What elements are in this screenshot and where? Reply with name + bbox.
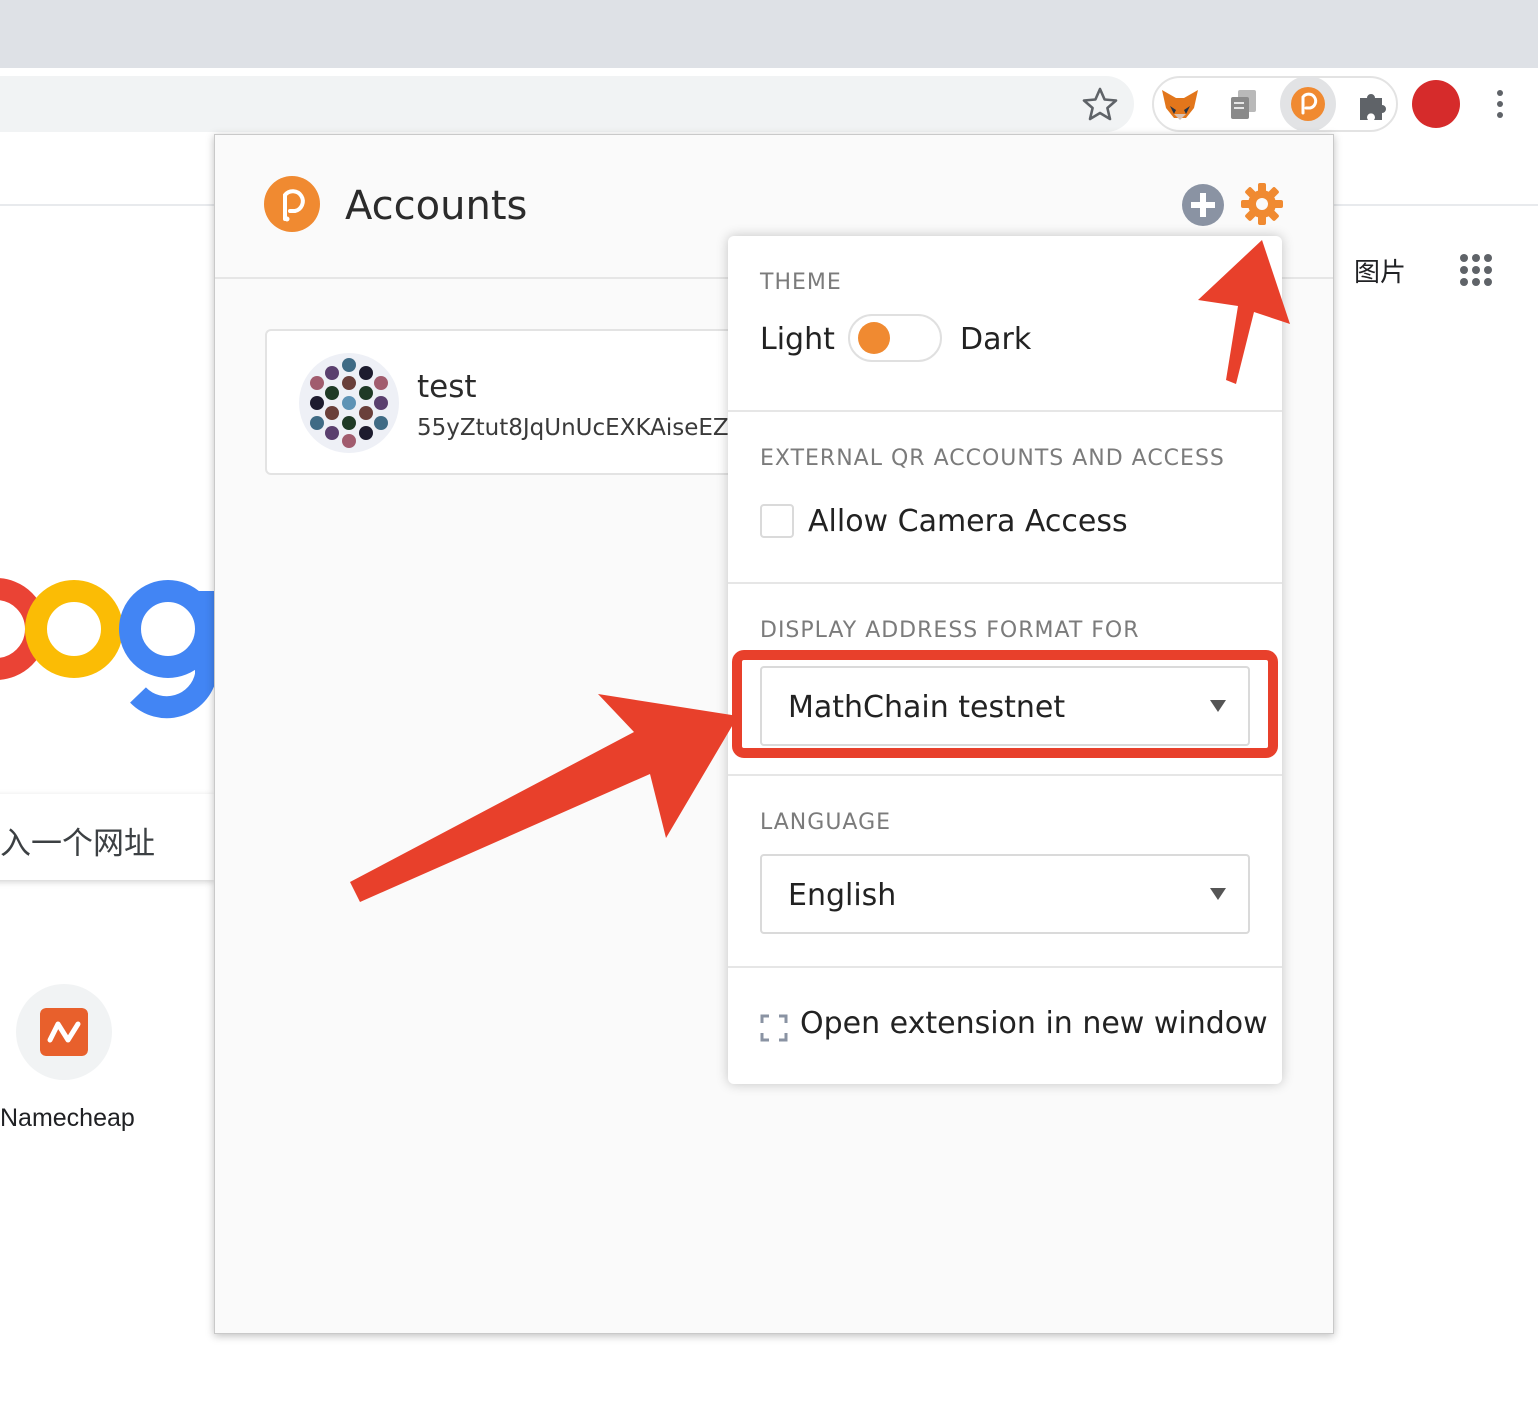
theme-label: THEME [760,270,842,295]
language-value: English [788,878,897,913]
open-window-section[interactable]: Open extension in new window [728,968,1282,1084]
open-window-link[interactable]: Open extension in new window [800,1006,1268,1041]
theme-section: THEME Light Dark [728,236,1282,412]
namecheap-icon [40,1008,88,1056]
add-account-icon[interactable] [1181,183,1225,227]
language-label: LANGUAGE [760,810,892,835]
expand-icon [760,1014,788,1042]
external-qr-label: EXTERNAL QR ACCOUNTS AND ACCESS [760,446,1225,471]
address-bar[interactable] [0,76,1134,132]
polkadot-logo-icon [264,176,320,232]
account-identicon [299,353,399,453]
camera-access-label[interactable]: Allow Camera Access [808,504,1128,539]
theme-dark-label: Dark [960,322,1032,357]
shortcut-label: Namecheap [0,1104,135,1132]
toggle-knob [858,322,890,354]
tab-strip [0,0,1538,68]
external-qr-section: EXTERNAL QR ACCOUNTS AND ACCESS Allow Ca… [728,412,1282,584]
chevron-down-icon [1210,888,1226,900]
images-link[interactable]: 图片 [1354,252,1406,289]
copy-icon[interactable] [1220,80,1268,128]
gear-icon[interactable] [1239,181,1285,227]
bookmark-star-icon[interactable] [1080,86,1120,122]
theme-light-label: Light [760,322,835,357]
search-placeholder: 入一个网址 [0,826,155,861]
camera-access-checkbox[interactable] [760,504,794,538]
profile-avatar[interactable] [1412,80,1460,128]
puzzle-icon[interactable] [1348,80,1396,128]
account-address: 55yZtut8JqUnUcEXKAiseEZ6 [417,415,744,441]
more-menu-icon[interactable] [1488,84,1512,124]
theme-toggle[interactable] [848,314,942,362]
polkadot-icon[interactable] [1284,80,1332,128]
language-section: LANGUAGE English [728,776,1282,968]
page-title: Accounts [345,183,528,229]
address-format-label: DISPLAY ADDRESS FORMAT FOR [760,618,1140,643]
google-logo [0,578,217,719]
language-select[interactable]: English [760,854,1250,934]
account-name: test [417,369,477,405]
apps-grid-icon[interactable] [1458,252,1494,288]
fox-icon[interactable] [1156,80,1204,128]
highlight-box [732,650,1278,758]
